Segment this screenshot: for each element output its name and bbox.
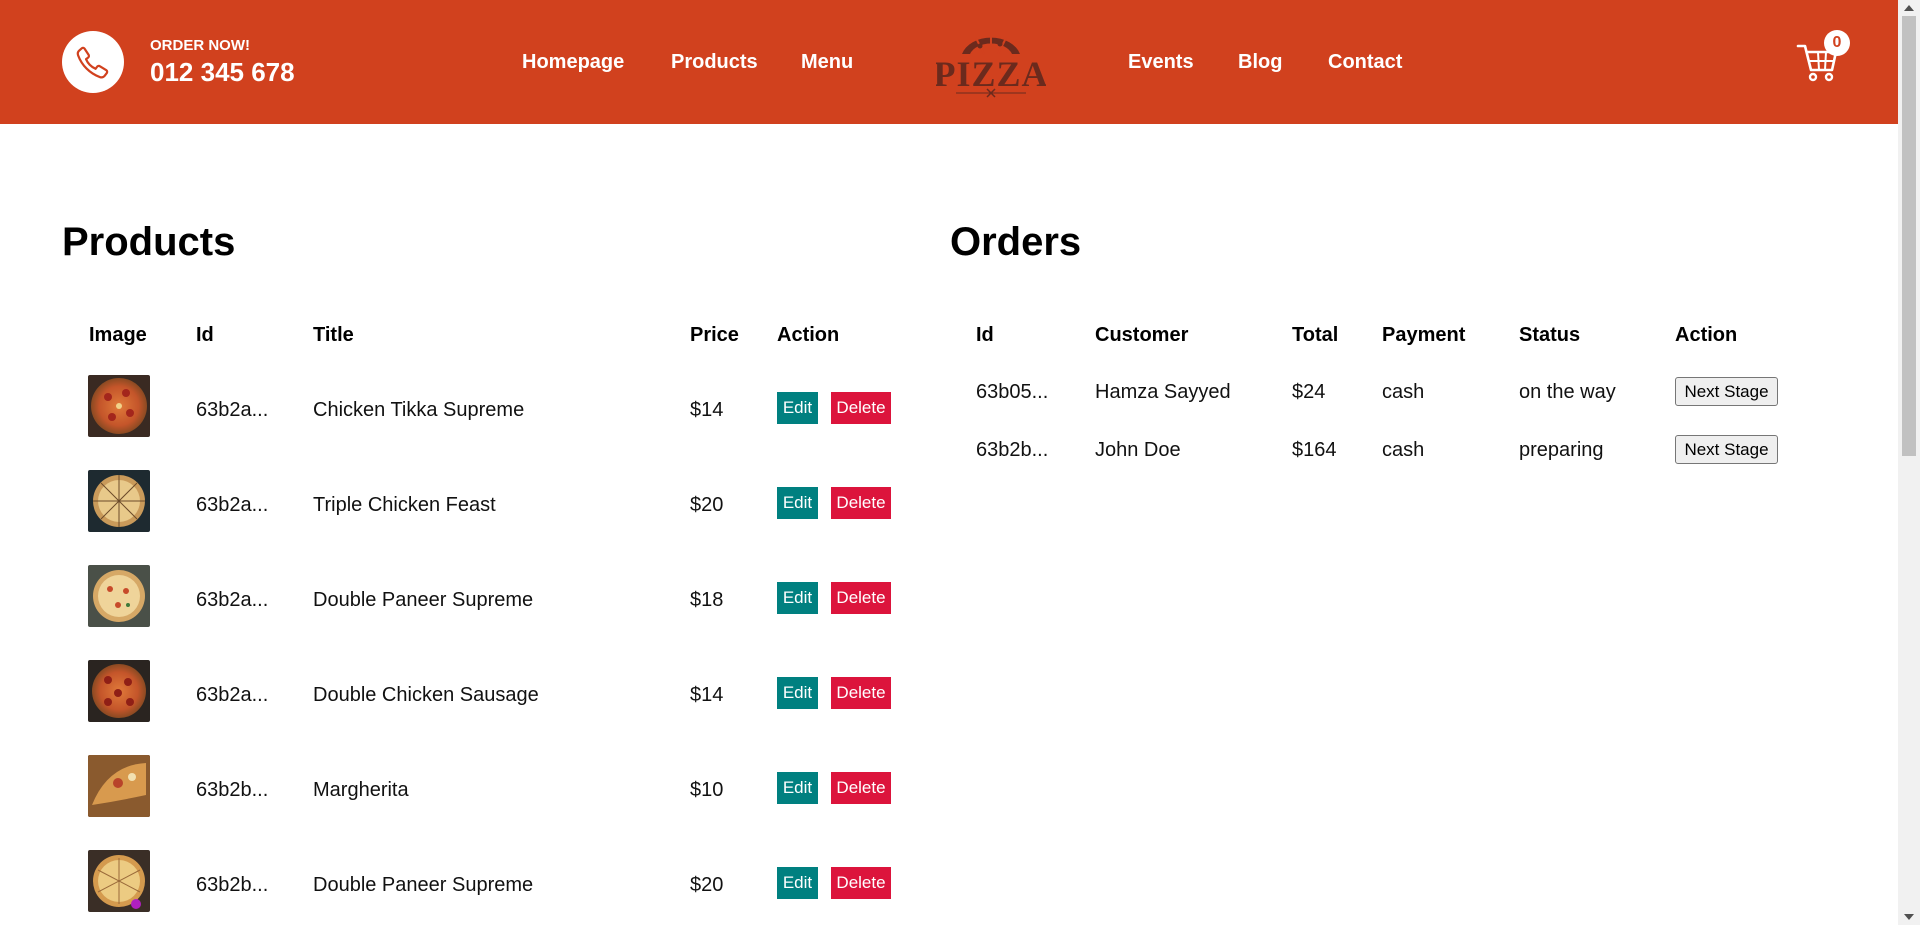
nav-menu[interactable]: Menu [801, 50, 853, 74]
order-id: 63b2b... [976, 439, 1049, 461]
order-now-block: ORDER NOW! 012 345 678 [62, 31, 295, 93]
order-customer: John Doe [1095, 439, 1181, 461]
order-status: on the way [1519, 381, 1616, 403]
orders-col-payment: Payment [1382, 324, 1466, 346]
product-title: Double Paneer Supreme [313, 589, 534, 611]
order-total: $24 [1292, 381, 1326, 403]
orders-col-total: Total [1292, 324, 1339, 346]
order-status: preparing [1519, 439, 1604, 461]
next-stage-button[interactable]: Next Stage [1675, 435, 1778, 464]
call-texts: ORDER NOW! 012 345 678 [150, 37, 295, 88]
products-col-action: Action [777, 324, 840, 346]
products-col-image: Image [89, 324, 147, 346]
orders-col-id: Id [976, 324, 994, 346]
products-col-id: Id [196, 324, 214, 346]
edit-button[interactable]: Edit [777, 867, 818, 899]
product-title: Double Paneer Supreme [313, 874, 534, 896]
nav-blog[interactable]: Blog [1238, 50, 1282, 74]
pizza-thumbnail [88, 850, 150, 912]
logo-text: PIZZA [936, 54, 1046, 94]
product-price: $10 [690, 779, 724, 801]
nav-homepage[interactable]: Homepage [522, 50, 624, 74]
order-total: $164 [1292, 439, 1337, 461]
page-scrollbar[interactable] [1898, 0, 1920, 925]
edit-button[interactable]: Edit [777, 677, 818, 709]
product-id: 63b2a... [196, 399, 269, 421]
pizza-thumbnail [88, 470, 150, 532]
pizza-logo[interactable]: PIZZA [933, 26, 1048, 98]
product-title: Margherita [313, 779, 409, 801]
orders-col-customer: Customer [1095, 324, 1189, 346]
order-payment: cash [1382, 439, 1425, 461]
orders-title: Orders [950, 220, 1082, 264]
cart-count-badge: 0 [1824, 30, 1850, 56]
nav-events[interactable]: Events [1128, 50, 1194, 74]
order-id: 63b05... [976, 381, 1049, 403]
product-title: Triple Chicken Feast [313, 494, 496, 516]
delete-button[interactable]: Delete [831, 582, 891, 614]
pizza-thumbnail [88, 565, 150, 627]
product-id: 63b2a... [196, 494, 269, 516]
products-col-price: Price [690, 324, 739, 346]
scroll-thumb[interactable] [1902, 16, 1916, 456]
delete-button[interactable]: Delete [831, 772, 891, 804]
edit-button[interactable]: Edit [777, 582, 818, 614]
pizza-thumbnail [88, 375, 150, 437]
phone-icon [76, 46, 109, 79]
delete-button[interactable]: Delete [831, 677, 891, 709]
product-price: $14 [690, 399, 724, 421]
product-price: $14 [690, 684, 724, 706]
nav-contact[interactable]: Contact [1328, 50, 1402, 74]
product-id: 63b2b... [196, 874, 269, 896]
products-col-title: Title [313, 324, 354, 346]
order-customer: Hamza Sayyed [1095, 381, 1231, 403]
product-price: $20 [690, 874, 724, 896]
delete-button[interactable]: Delete [831, 392, 891, 424]
edit-button[interactable]: Edit [777, 487, 818, 519]
product-id: 63b2a... [196, 589, 269, 611]
cart-button[interactable]: 0 [1796, 28, 1856, 84]
scroll-down-arrow-icon[interactable] [1904, 914, 1914, 920]
next-stage-button[interactable]: Next Stage [1675, 377, 1778, 406]
phone-number: 012 345 678 [150, 56, 295, 87]
product-title: Chicken Tikka Supreme [313, 399, 525, 421]
orders-col-action: Action [1675, 324, 1738, 346]
nav-products[interactable]: Products [671, 50, 758, 74]
product-id: 63b2a... [196, 684, 269, 706]
scroll-up-arrow-icon[interactable] [1904, 5, 1914, 11]
products-title: Products [62, 220, 236, 264]
call-button[interactable] [62, 31, 124, 93]
product-id: 63b2b... [196, 779, 269, 801]
navbar: ORDER NOW! 012 345 678 Homepage Products… [0, 0, 1898, 124]
order-payment: cash [1382, 381, 1425, 403]
order-now-label: ORDER NOW! [150, 36, 250, 54]
pizza-thumbnail [88, 755, 150, 817]
product-price: $18 [690, 589, 724, 611]
edit-button[interactable]: Edit [777, 392, 818, 424]
edit-button[interactable]: Edit [777, 772, 818, 804]
pizza-thumbnail [88, 660, 150, 722]
delete-button[interactable]: Delete [831, 867, 891, 899]
orders-col-status: Status [1519, 324, 1581, 346]
delete-button[interactable]: Delete [831, 487, 891, 519]
product-price: $20 [690, 494, 724, 516]
product-title: Double Chicken Sausage [313, 684, 539, 706]
